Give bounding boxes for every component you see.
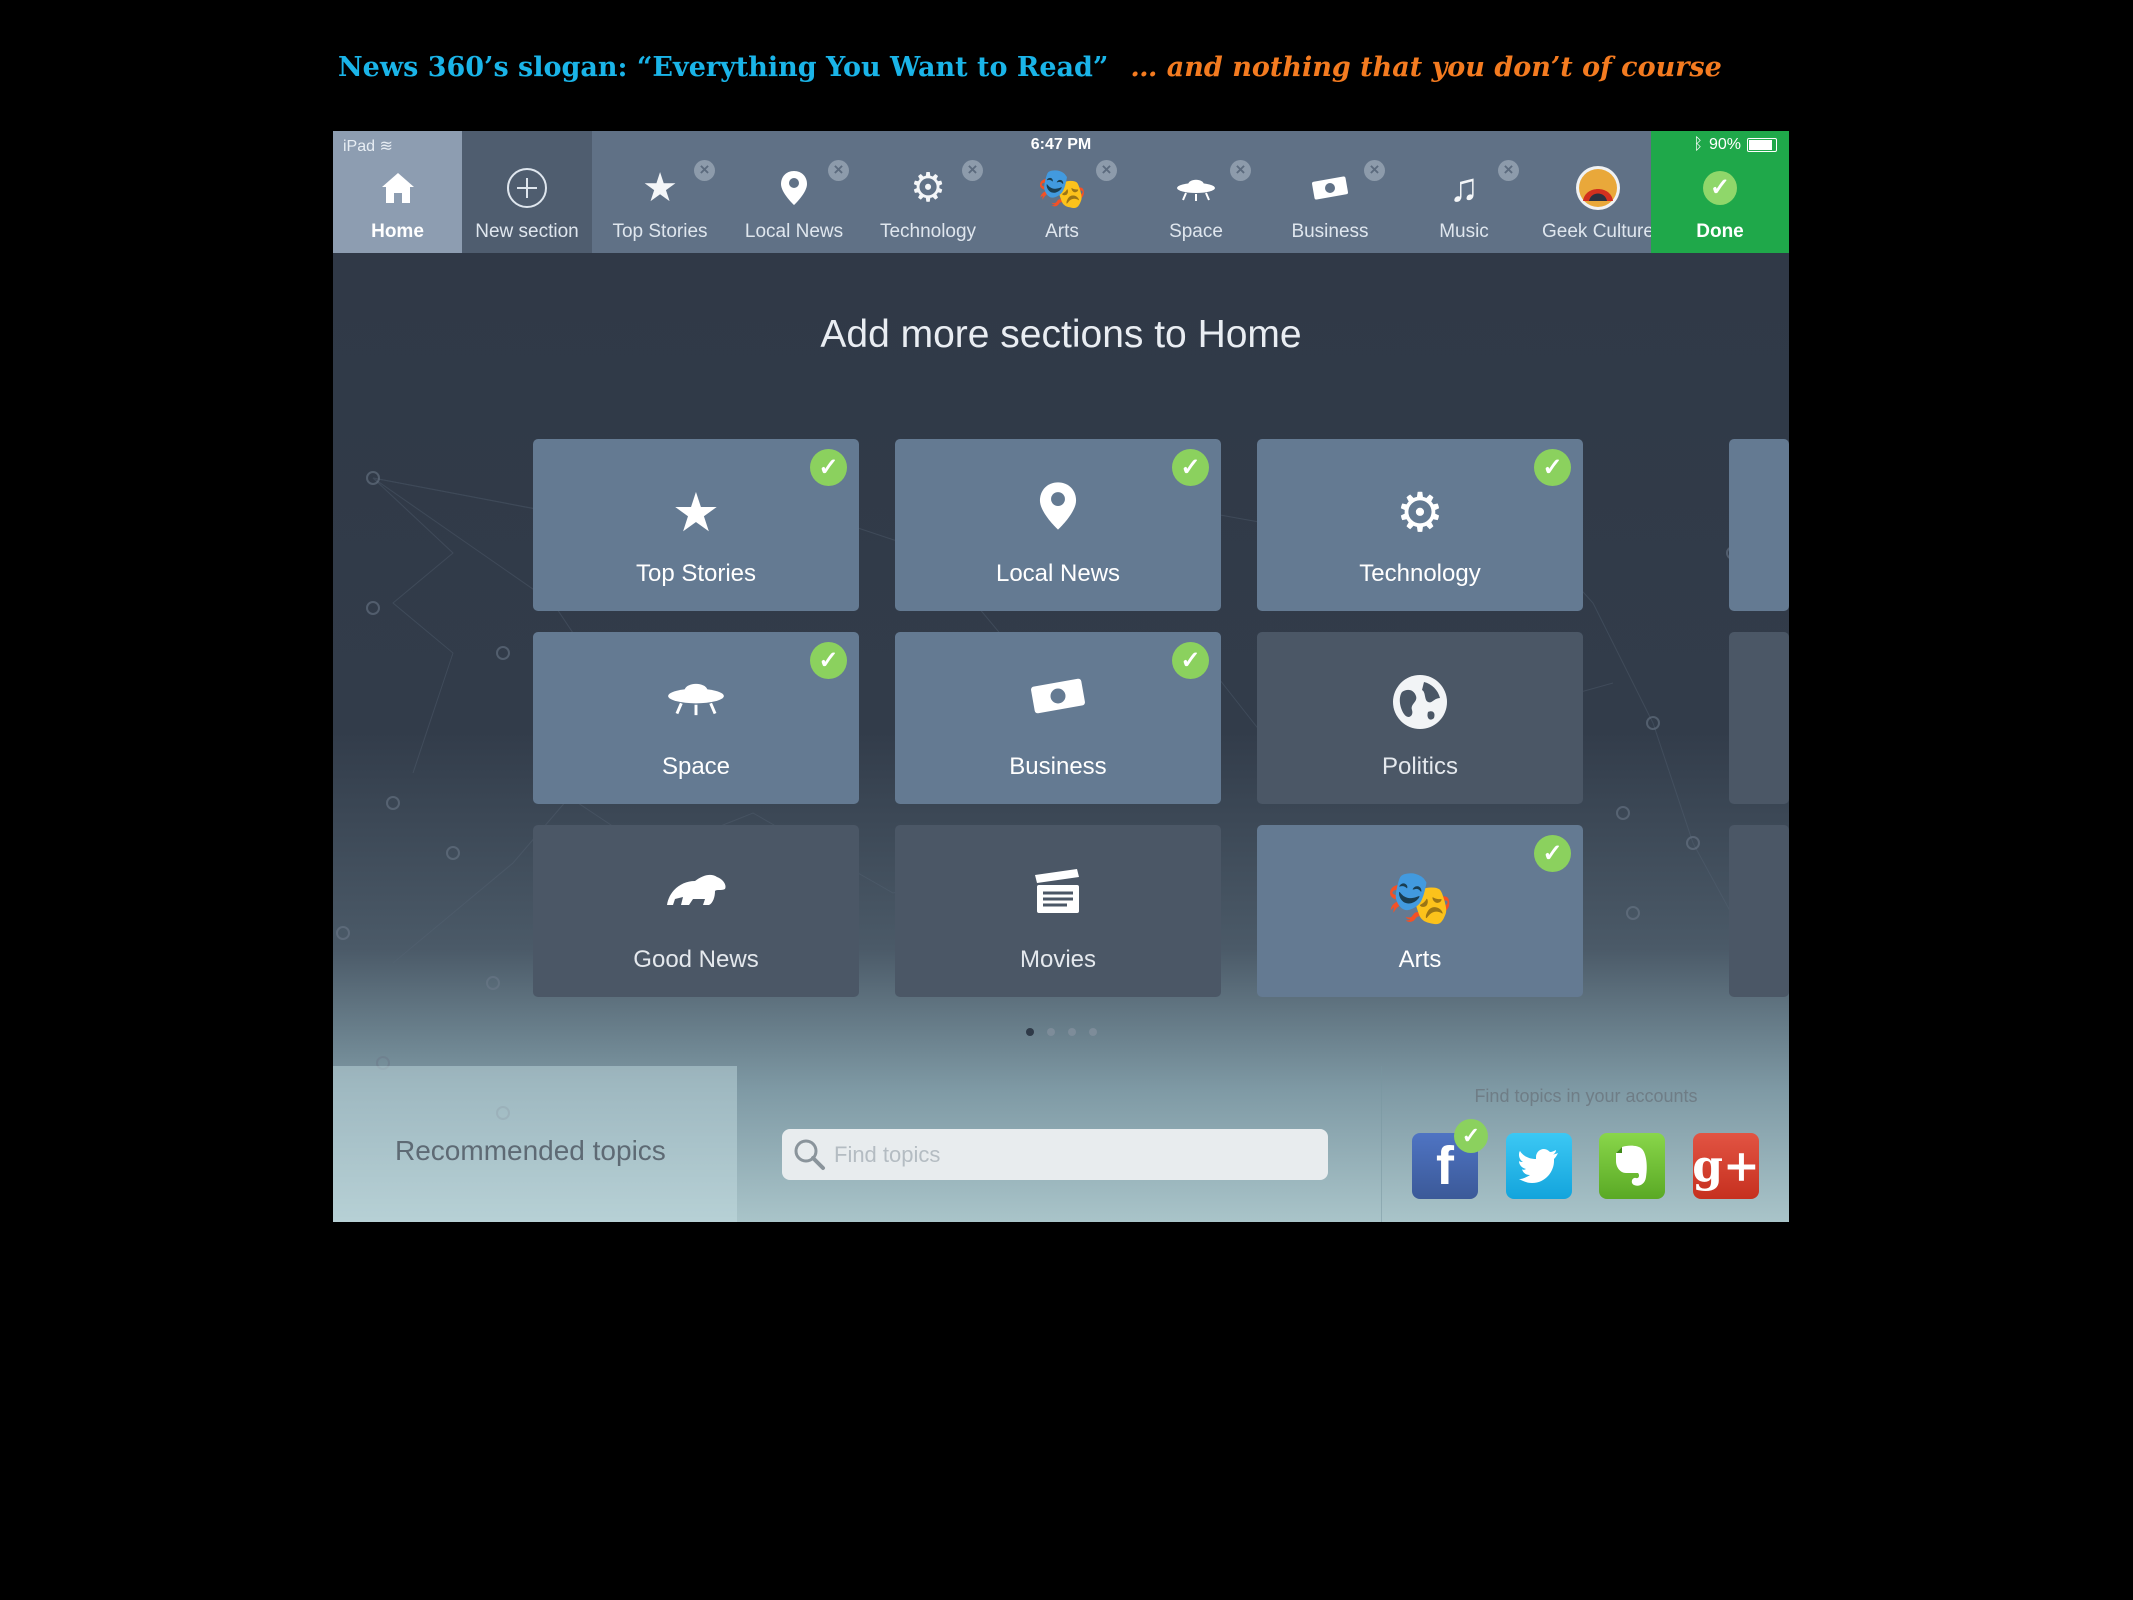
remove-tab-icon[interactable]: × bbox=[694, 160, 715, 181]
tile-label: Space bbox=[661, 753, 731, 780]
section-tile-partial[interactable] bbox=[1729, 632, 1789, 804]
tab-label: Local News bbox=[744, 221, 844, 242]
tile-label: Business bbox=[1009, 753, 1107, 780]
page-dot[interactable] bbox=[1088, 1028, 1097, 1036]
tile-label: Local News bbox=[995, 560, 1121, 587]
search-icon bbox=[794, 1139, 825, 1170]
section-tile-partial[interactable] bbox=[1729, 825, 1789, 997]
page-title: Add more sections to Home bbox=[820, 313, 1302, 356]
tile-label: Movies bbox=[1019, 946, 1097, 973]
tile-label: Good News bbox=[633, 946, 759, 973]
clapperboard-icon bbox=[895, 867, 1221, 915]
check-circle-icon: ✓ bbox=[1651, 167, 1789, 209]
section-tile-partial[interactable] bbox=[1729, 439, 1789, 611]
connected-check-icon: ✓ bbox=[1454, 1119, 1488, 1153]
status-battery: ᛒ 90% bbox=[1693, 136, 1777, 154]
tab-label: Music bbox=[1439, 221, 1489, 242]
star-icon: ★ bbox=[671, 483, 721, 543]
accounts-title: Find topics in your accounts bbox=[1474, 1086, 1698, 1106]
page-dot[interactable] bbox=[1025, 1028, 1034, 1036]
section-tile-business[interactable]: ✓ Business bbox=[895, 632, 1221, 804]
tab-label: Arts bbox=[1045, 221, 1079, 242]
section-tile-space[interactable]: ✓ Space bbox=[533, 632, 859, 804]
evernote-account-button[interactable] bbox=[1599, 1133, 1665, 1199]
section-tile-politics[interactable]: Politics bbox=[1257, 632, 1583, 804]
tab-new-section-label: New section bbox=[475, 221, 579, 242]
remove-tab-icon[interactable]: × bbox=[962, 160, 983, 181]
bluetooth-icon: ᛒ bbox=[1693, 136, 1703, 153]
page-dot[interactable] bbox=[1046, 1028, 1055, 1036]
remove-tab-icon[interactable]: × bbox=[1230, 160, 1251, 181]
money-icon bbox=[895, 674, 1221, 718]
ipad-screen: Home New section ★ Top Stories × Local N… bbox=[333, 131, 1789, 1222]
section-tile-top-stories[interactable]: ✓ ★ Top Stories bbox=[533, 439, 859, 611]
accounts-panel: Find topics in your accounts f ✓ g+ bbox=[1381, 1066, 1789, 1222]
facebook-icon: f bbox=[1436, 1136, 1454, 1196]
globe-icon bbox=[1257, 674, 1583, 730]
page-dot[interactable] bbox=[1067, 1028, 1076, 1036]
status-time: 6:47 PM bbox=[1030, 136, 1092, 153]
battery-percent: 90% bbox=[1708, 136, 1741, 153]
page-indicator[interactable] bbox=[333, 1028, 1789, 1036]
aside-text: … and nothing that you don’t of course bbox=[1130, 52, 1722, 83]
recommended-topics-button[interactable]: Recommended topics bbox=[333, 1066, 737, 1222]
search-field[interactable] bbox=[782, 1129, 1328, 1180]
tile-label: Technology bbox=[1359, 560, 1481, 587]
theater-masks-icon: 🎭 bbox=[1386, 868, 1454, 928]
search-input[interactable] bbox=[832, 1135, 1316, 1175]
remove-tab-icon[interactable]: × bbox=[1096, 160, 1117, 181]
tile-label: Top Stories bbox=[635, 560, 757, 587]
home-icon bbox=[333, 167, 462, 209]
tab-home-label: Home bbox=[371, 221, 424, 242]
google-plus-account-button[interactable]: g+ bbox=[1692, 1133, 1760, 1199]
add-circle-icon bbox=[462, 167, 592, 209]
tile-label: Arts bbox=[1398, 946, 1442, 973]
battery-icon bbox=[1747, 138, 1777, 152]
twitter-icon bbox=[1519, 1149, 1558, 1183]
section-tile-technology[interactable]: ✓ ⚙ Technology bbox=[1257, 439, 1583, 611]
tab-label: Technology bbox=[879, 221, 977, 242]
slogan-text: News 360’s slogan: “Everything You Want … bbox=[338, 52, 1109, 83]
status-bar: iPad ≋ 6:47 PM ᛒ 90% bbox=[333, 131, 1789, 157]
geek-culture-avatar-icon bbox=[1533, 166, 1663, 210]
evernote-icon bbox=[1616, 1145, 1647, 1186]
tab-label: Top Stories bbox=[612, 221, 708, 242]
facebook-account-button[interactable]: f ✓ bbox=[1412, 1119, 1488, 1199]
animal-icon bbox=[533, 867, 859, 907]
bottom-bar: Recommended topics Find topics in your a… bbox=[333, 1066, 1789, 1222]
recommended-topics-label: Recommended topics bbox=[395, 1135, 666, 1166]
tab-label: Space bbox=[1169, 221, 1223, 242]
gears-icon: ⚙ bbox=[1395, 483, 1445, 543]
remove-tab-icon[interactable]: × bbox=[1498, 160, 1519, 181]
tile-label: Politics bbox=[1381, 753, 1459, 780]
section-tile-local-news[interactable]: ✓ Local News bbox=[895, 439, 1221, 611]
section-tile-arts[interactable]: ✓ 🎭 Arts bbox=[1257, 825, 1583, 997]
twitter-account-button[interactable] bbox=[1506, 1133, 1572, 1199]
map-pin-icon bbox=[895, 481, 1221, 531]
section-tile-movies[interactable]: Movies bbox=[895, 825, 1221, 997]
done-label: Done bbox=[1696, 221, 1744, 242]
ufo-icon bbox=[533, 674, 859, 718]
section-tile-good-news[interactable]: Good News bbox=[533, 825, 859, 997]
remove-tab-icon[interactable]: × bbox=[1364, 160, 1385, 181]
google-plus-icon: g+ bbox=[1692, 1140, 1760, 1192]
tab-label: Geek Culture bbox=[1542, 221, 1654, 242]
slide-caption: News 360’s slogan: “Everything You Want … bbox=[338, 52, 1722, 83]
remove-tab-icon[interactable]: × bbox=[828, 160, 849, 181]
tab-label: Business bbox=[1291, 221, 1369, 242]
